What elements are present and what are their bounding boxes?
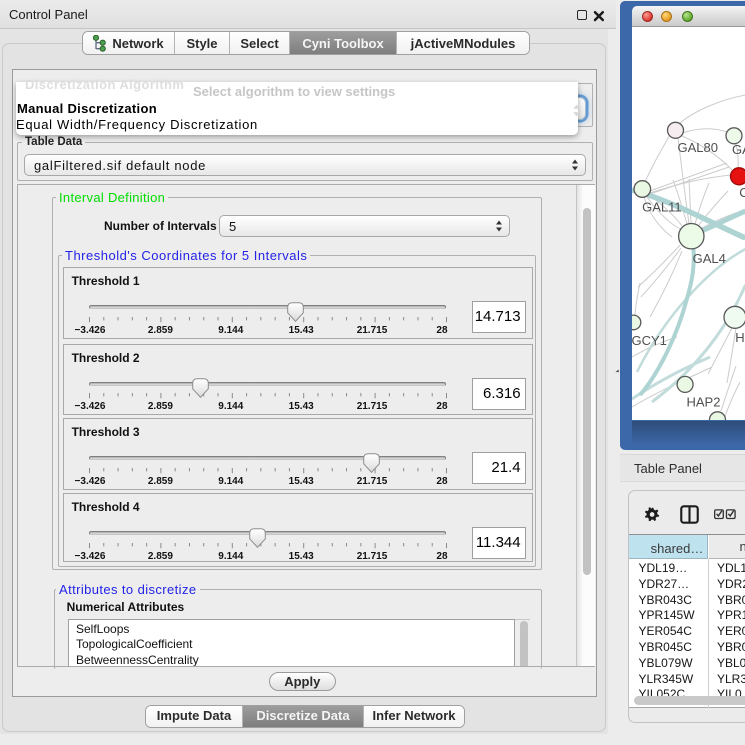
svg-text:CY: CY <box>739 185 745 200</box>
svg-text:HAP2: HAP2 <box>686 394 720 409</box>
svg-text:GCY1: GCY1 <box>632 333 667 348</box>
svg-text:GAL11: GAL11 <box>642 199 682 214</box>
svg-text:GA: GA <box>732 142 745 157</box>
svg-text:GAL80: GAL80 <box>677 140 717 155</box>
svg-text:H: H <box>735 330 744 345</box>
svg-text:GAL4: GAL4 <box>692 251 725 266</box>
